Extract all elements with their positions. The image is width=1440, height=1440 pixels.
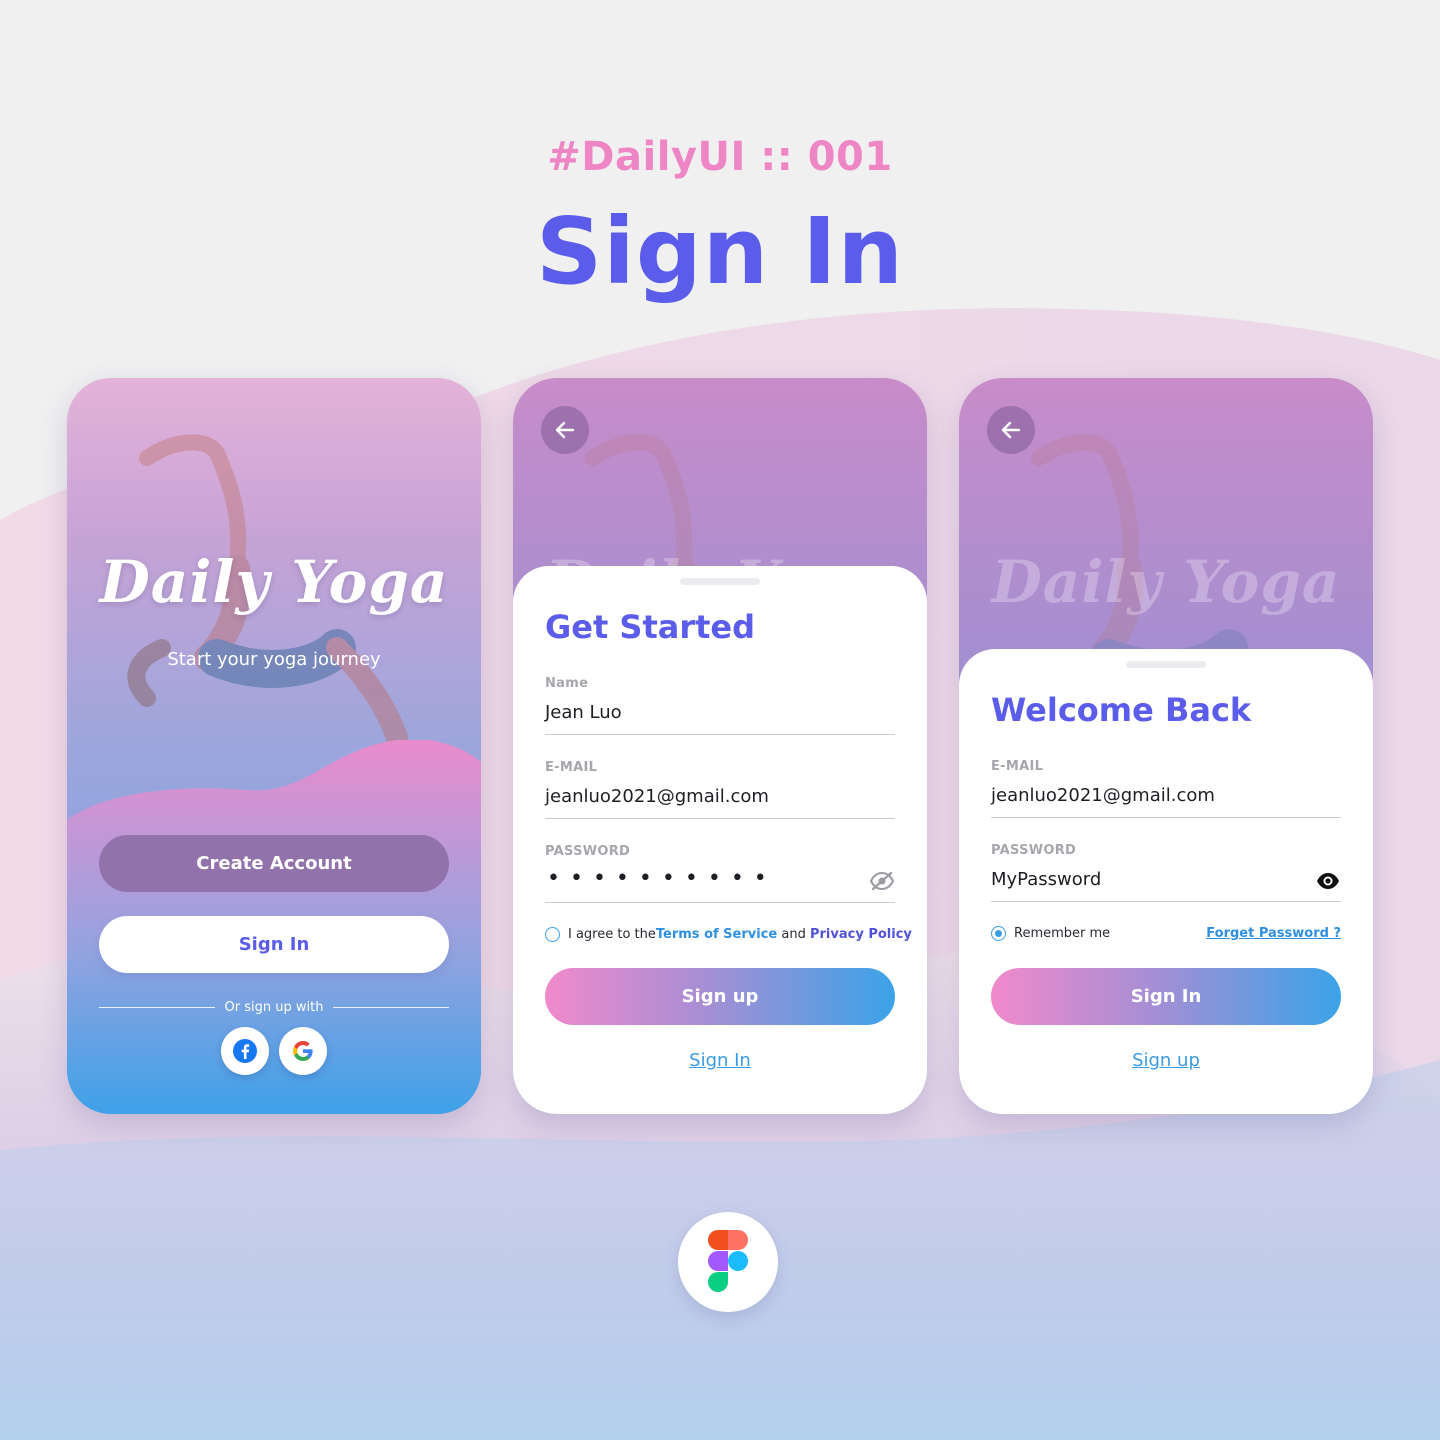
back-button[interactable] — [987, 406, 1035, 454]
field-underline — [991, 817, 1341, 818]
daily-ui-tag: #DailyUI :: 001 — [547, 134, 893, 180]
field-underline — [545, 902, 895, 903]
create-account-button[interactable]: Create Account — [99, 835, 449, 892]
remember-label: Remember me — [1014, 926, 1111, 941]
sign-in-button[interactable]: Sign In — [991, 968, 1341, 1025]
or-sign-up-with-label: Or sign up with — [224, 999, 324, 1015]
password-label: PASSWORD — [545, 844, 631, 859]
arrow-left-icon — [1001, 421, 1021, 439]
divider-line — [333, 1006, 450, 1008]
email-field[interactable]: jeanluo2021@gmail.com — [545, 786, 769, 807]
remember-radio[interactable] — [991, 926, 1006, 941]
agree-text: I agree to the — [568, 927, 656, 942]
email-label: E-MAIL — [545, 760, 598, 775]
figma-icon — [708, 1230, 748, 1292]
sign-in-button[interactable]: Sign In — [99, 916, 449, 973]
signup-sheet: Get Started Name Jean Luo E-MAIL jeanluo… — [513, 566, 927, 1114]
terms-link[interactable]: Terms of Service — [656, 927, 777, 942]
signin-sheet: Welcome Back E-MAIL jeanluo2021@gmail.co… — [959, 649, 1373, 1114]
tagline: Start your yoga journey — [167, 649, 381, 670]
eye-icon[interactable] — [1315, 871, 1341, 891]
page-title: Sign In — [536, 198, 904, 305]
email-field[interactable]: jeanluo2021@gmail.com — [991, 785, 1215, 806]
field-underline — [545, 818, 895, 819]
email-label: E-MAIL — [991, 759, 1044, 774]
brand-logo: Daily Yoga — [991, 548, 1341, 616]
password-label: PASSWORD — [991, 843, 1077, 858]
password-field[interactable]: •••••••••• — [547, 866, 777, 891]
agree-checkbox[interactable] — [545, 927, 560, 942]
forgot-password-link[interactable]: Forget Password ? — [1206, 926, 1341, 941]
arrow-left-icon — [555, 421, 575, 439]
sheet-title: Get Started — [545, 608, 756, 646]
name-label: Name — [545, 676, 589, 691]
back-button[interactable] — [541, 406, 589, 454]
social-divider: Or sign up with — [99, 997, 450, 1017]
brand-logo: Daily Yoga — [99, 548, 449, 616]
google-icon — [293, 1041, 313, 1061]
name-field[interactable]: Jean Luo — [545, 702, 622, 723]
phone-get-started: Daily Yoga Get Started Name Jean Luo E-M… — [513, 378, 927, 1114]
remember-row: Remember me — [991, 926, 1110, 941]
field-underline — [991, 901, 1341, 902]
google-button[interactable] — [279, 1027, 327, 1075]
sheet-handle[interactable] — [1126, 661, 1206, 668]
sheet-title: Welcome Back — [991, 691, 1252, 729]
sheet-handle[interactable] — [680, 578, 760, 585]
privacy-link[interactable]: Privacy Policy — [810, 927, 912, 942]
sign-in-link[interactable]: Sign In — [513, 1050, 927, 1071]
phone-welcome: Daily Yoga Start your yoga journey Creat… — [67, 378, 481, 1114]
divider-line — [99, 1006, 215, 1008]
figma-badge — [678, 1212, 778, 1312]
terms-row: I agree to the Terms of Service and Priv… — [545, 927, 912, 942]
facebook-button[interactable] — [221, 1027, 269, 1075]
sign-up-link[interactable]: Sign up — [959, 1050, 1373, 1071]
and-text: and — [777, 927, 810, 942]
sign-up-button[interactable]: Sign up — [545, 968, 895, 1025]
eye-off-icon[interactable] — [869, 871, 895, 891]
facebook-icon — [233, 1039, 257, 1063]
field-underline — [545, 734, 895, 735]
password-field[interactable]: MyPassword — [991, 869, 1101, 890]
phone-welcome-back: Daily Yoga Welcome Back E-MAIL jeanluo20… — [959, 378, 1373, 1114]
